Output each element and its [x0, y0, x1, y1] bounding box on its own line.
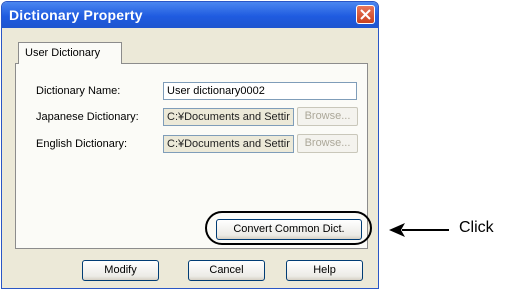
japanese-browse-button[interactable]: Browse... — [297, 107, 358, 126]
japanese-dictionary-field: C:¥Documents and Settir — [163, 108, 294, 126]
close-button[interactable] — [356, 5, 375, 24]
modify-button[interactable]: Modify — [82, 260, 159, 281]
dictionary-name-input[interactable]: User dictionary0002 — [163, 82, 357, 100]
window-title: Dictionary Property — [9, 7, 143, 23]
dictionary-name-label: Dictionary Name: — [36, 85, 121, 97]
highlight-oval — [205, 211, 372, 245]
click-annotation-label: Click — [459, 219, 494, 236]
close-icon — [360, 9, 371, 20]
arrow-left-icon — [389, 223, 449, 237]
english-dictionary-field: C:¥Documents and Settir — [163, 135, 294, 153]
tab-user-dictionary[interactable]: User Dictionary — [18, 42, 122, 64]
japanese-dictionary-label: Japanese Dictionary: — [36, 111, 139, 123]
dictionary-property-dialog: Dictionary Property User Dictionary Dict… — [1, 1, 379, 289]
title-bar: Dictionary Property — [2, 2, 378, 28]
cancel-button[interactable]: Cancel — [188, 260, 265, 281]
english-dictionary-label: English Dictionary: — [36, 138, 128, 150]
english-browse-button[interactable]: Browse... — [297, 134, 358, 153]
help-button[interactable]: Help — [286, 260, 363, 281]
